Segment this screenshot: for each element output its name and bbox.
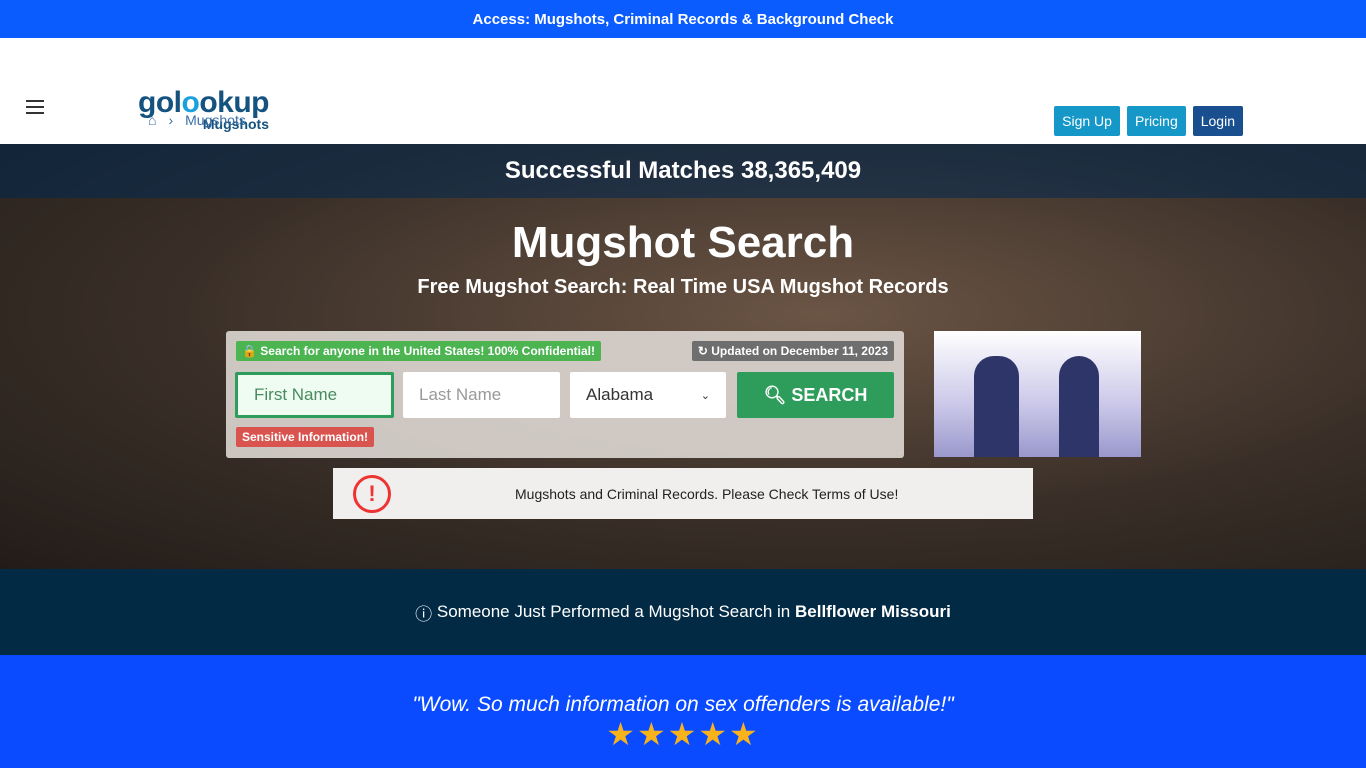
activity-location: Bellflower Missouri xyxy=(795,602,951,621)
updated-badge: ↻ Updated on December 11, 2023 xyxy=(691,341,894,361)
activity-text: Someone Just Performed a Mugshot Search … xyxy=(436,602,791,621)
star-rating: ★★★★★ xyxy=(606,716,760,752)
pricing-button[interactable]: Pricing xyxy=(1126,106,1186,136)
chevron-right-icon: › xyxy=(168,112,174,128)
chevron-down-icon: ⌄ xyxy=(700,389,710,402)
warning-icon: ! xyxy=(353,474,391,513)
page-title: Mugshot Search xyxy=(511,218,855,267)
top-banner: Access: Mugshots, Criminal Records & Bac… xyxy=(0,0,1366,38)
last-name-input[interactable]: Last Name xyxy=(403,372,560,418)
terms-warning: ! Mugshots and Criminal Records. Please … xyxy=(333,468,1033,519)
search-form: 🔒 Search for anyone in the United States… xyxy=(226,331,904,458)
menu-icon[interactable] xyxy=(26,100,44,118)
breadcrumb-mugshots[interactable]: Mugshots xyxy=(185,112,246,128)
warning-text: Mugshots and Criminal Records. Please Ch… xyxy=(515,485,899,502)
sensitive-badge: Sensitive Information! xyxy=(236,427,375,447)
home-icon[interactable]: ⌂ xyxy=(148,112,156,128)
breadcrumb: ⌂ › Mugshots xyxy=(148,112,246,128)
mugshot-illustration xyxy=(934,331,1141,457)
page-subtitle: Free Mugshot Search: Real Time USA Mugsh… xyxy=(417,276,949,298)
info-icon: ⓘ xyxy=(415,604,437,624)
recent-activity: ⓘ Someone Just Performed a Mugshot Searc… xyxy=(0,569,1366,655)
matches-counter: Successful Matches 38,365,409 xyxy=(0,144,1366,198)
top-banner-text: Access: Mugshots, Criminal Records & Bac… xyxy=(472,10,894,28)
search-icon: 🔍︎ xyxy=(763,384,787,405)
state-value: Alabama xyxy=(586,385,654,404)
confidential-badge: 🔒 Search for anyone in the United States… xyxy=(236,341,602,361)
login-button[interactable]: Login xyxy=(1192,106,1243,136)
hero: Successful Matches 38,365,409 Mugshot Se… xyxy=(0,144,1366,569)
testimonial: "Wow. So much information on sex offende… xyxy=(0,655,1366,768)
state-select[interactable]: Alabama ⌄ xyxy=(570,372,726,418)
header: golookup Mugshots Sign Up Pricing Login … xyxy=(0,38,1366,144)
first-name-input[interactable]: First Name xyxy=(235,372,394,418)
sign-up-button[interactable]: Sign Up xyxy=(1054,106,1120,136)
search-button[interactable]: 🔍︎ SEARCH xyxy=(737,372,894,418)
testimonial-quote: "Wow. So much information on sex offende… xyxy=(412,693,954,716)
